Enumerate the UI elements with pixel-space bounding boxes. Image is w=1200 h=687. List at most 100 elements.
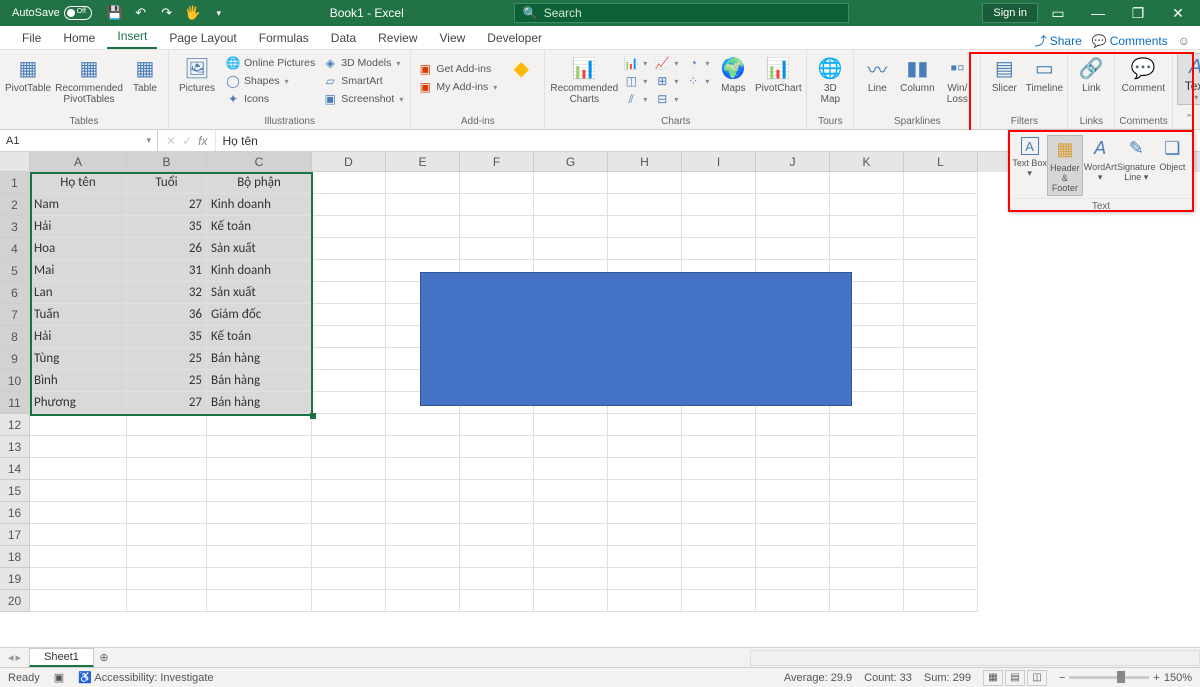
row-header-13[interactable]: 13 xyxy=(0,436,30,458)
cell[interactable] xyxy=(756,546,830,568)
ribbon-display-icon[interactable]: ▭ xyxy=(1038,0,1078,26)
page-layout-view-button[interactable]: ▤ xyxy=(1005,670,1025,686)
cell[interactable] xyxy=(127,480,207,502)
tab-insert[interactable]: Insert xyxy=(107,25,157,49)
search-box[interactable]: 🔍 Search xyxy=(514,3,849,23)
cell[interactable] xyxy=(386,524,460,546)
cell[interactable]: Nam xyxy=(30,194,127,216)
row-header-10[interactable]: 10 xyxy=(0,370,30,392)
cell[interactable] xyxy=(127,458,207,480)
text-dropdown-button[interactable]: AText▾ xyxy=(1177,53,1200,105)
cell[interactable] xyxy=(904,568,978,590)
row-header-14[interactable]: 14 xyxy=(0,458,30,480)
pictures-button[interactable]: 🖼Pictures xyxy=(173,53,221,96)
cell[interactable] xyxy=(30,590,127,612)
cell[interactable] xyxy=(534,414,608,436)
timeline-button[interactable]: ▭Timeline xyxy=(1025,53,1063,96)
cell[interactable] xyxy=(608,568,682,590)
cell[interactable] xyxy=(30,546,127,568)
cell[interactable] xyxy=(312,480,386,502)
cell[interactable] xyxy=(756,480,830,502)
cell[interactable] xyxy=(830,458,904,480)
cell[interactable] xyxy=(904,546,978,568)
tab-data[interactable]: Data xyxy=(321,27,366,49)
cell[interactable] xyxy=(312,568,386,590)
cell[interactable]: Hoa xyxy=(30,238,127,260)
cell[interactable] xyxy=(207,458,312,480)
cell[interactable] xyxy=(207,524,312,546)
zoom-level[interactable]: 150% xyxy=(1164,672,1192,684)
cell[interactable]: Phương xyxy=(30,392,127,414)
cell[interactable] xyxy=(756,590,830,612)
cell[interactable] xyxy=(904,348,978,370)
cell[interactable] xyxy=(682,524,756,546)
cell[interactable] xyxy=(682,194,756,216)
cell[interactable] xyxy=(904,502,978,524)
cell[interactable] xyxy=(904,326,978,348)
cell[interactable] xyxy=(460,502,534,524)
cell[interactable] xyxy=(904,370,978,392)
text-box-button[interactable]: AText Box ▾ xyxy=(1012,135,1047,196)
cell[interactable] xyxy=(830,172,904,194)
sheet-tab-sheet1[interactable]: Sheet1 xyxy=(29,648,94,667)
cell[interactable] xyxy=(534,238,608,260)
cell[interactable] xyxy=(127,436,207,458)
cell[interactable] xyxy=(682,414,756,436)
online-pictures-button[interactable]: 🌐Online Pictures xyxy=(223,55,318,71)
row-headers[interactable]: 1234567891011121314151617181920 xyxy=(0,172,30,612)
cell[interactable] xyxy=(756,458,830,480)
cell[interactable] xyxy=(904,194,978,216)
cell[interactable] xyxy=(534,172,608,194)
undo-icon[interactable]: ↶ xyxy=(130,2,152,24)
cell[interactable] xyxy=(312,546,386,568)
cell[interactable]: Lan xyxy=(30,282,127,304)
cell[interactable] xyxy=(460,436,534,458)
maximize-button[interactable]: ❐ xyxy=(1118,0,1158,26)
row-header-15[interactable]: 15 xyxy=(0,480,30,502)
cell[interactable] xyxy=(30,414,127,436)
cell[interactable]: Tùng xyxy=(30,348,127,370)
cell[interactable] xyxy=(207,480,312,502)
cell[interactable] xyxy=(460,568,534,590)
row-header-4[interactable]: 4 xyxy=(0,238,30,260)
cell[interactable]: Hải xyxy=(30,326,127,348)
cell[interactable] xyxy=(127,590,207,612)
cell[interactable] xyxy=(682,172,756,194)
cell[interactable] xyxy=(904,480,978,502)
cell[interactable]: 31 xyxy=(127,260,207,282)
cell[interactable]: 27 xyxy=(127,392,207,414)
cell[interactable]: Bán hàng xyxy=(207,392,312,414)
cell[interactable]: 35 xyxy=(127,216,207,238)
rectangle-shape[interactable] xyxy=(420,272,852,406)
sparkline-winloss-button[interactable]: ▪▫Win/ Loss xyxy=(938,53,976,107)
fill-handle[interactable] xyxy=(310,413,316,419)
cell[interactable]: Kế toán xyxy=(207,216,312,238)
cell[interactable] xyxy=(312,260,386,282)
cell[interactable] xyxy=(207,436,312,458)
zoom-in-icon[interactable]: + xyxy=(1153,672,1159,684)
signin-button[interactable]: Sign in xyxy=(982,3,1038,23)
cell[interactable] xyxy=(460,216,534,238)
cell[interactable] xyxy=(460,458,534,480)
recommended-charts-button[interactable]: 📊Recommended Charts xyxy=(549,53,619,107)
cell[interactable] xyxy=(756,216,830,238)
cell[interactable] xyxy=(534,590,608,612)
cell[interactable] xyxy=(386,502,460,524)
cell[interactable] xyxy=(312,348,386,370)
horizontal-scrollbar[interactable] xyxy=(750,650,1200,666)
cell[interactable] xyxy=(608,524,682,546)
cell[interactable] xyxy=(30,524,127,546)
cell[interactable] xyxy=(534,546,608,568)
cell[interactable] xyxy=(608,238,682,260)
cell[interactable] xyxy=(386,546,460,568)
select-all-corner[interactable] xyxy=(0,152,30,172)
accessibility-status[interactable]: ♿ Accessibility: Investigate xyxy=(78,671,213,684)
cell[interactable] xyxy=(312,436,386,458)
cell[interactable] xyxy=(534,194,608,216)
cell[interactable] xyxy=(904,524,978,546)
cell[interactable] xyxy=(207,568,312,590)
cell[interactable] xyxy=(312,194,386,216)
cell[interactable] xyxy=(386,414,460,436)
cell[interactable] xyxy=(756,238,830,260)
cell[interactable] xyxy=(534,502,608,524)
